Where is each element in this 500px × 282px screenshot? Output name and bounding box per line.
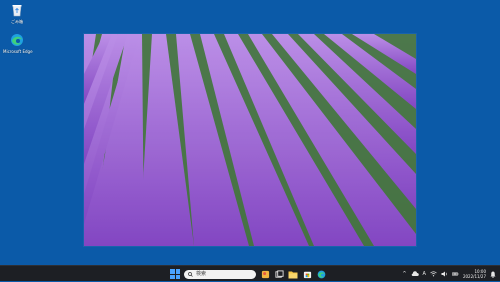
start-icon <box>170 269 175 274</box>
store-button[interactable] <box>302 269 312 279</box>
search-box[interactable]: 検索 <box>184 269 256 279</box>
battery-icon[interactable] <box>452 271 459 277</box>
clock-date: 2022/11/27 <box>462 274 486 279</box>
desktop-icon-recycle-bin[interactable]: ごみ箱 <box>3 3 31 24</box>
widgets-icon <box>261 270 269 278</box>
taskbar-center: 検索 <box>170 266 326 282</box>
task-view-icon <box>274 269 284 278</box>
cloud-icon[interactable] <box>411 271 419 277</box>
desktop: ごみ箱 Microsoft Edge <box>0 0 500 265</box>
task-view-button[interactable] <box>274 269 284 279</box>
start-button[interactable] <box>170 269 180 279</box>
file-explorer-button[interactable] <box>288 269 298 279</box>
desktop-icon-label: ごみ箱 <box>11 19 23 24</box>
ime-indicator[interactable]: A <box>423 266 426 282</box>
recycle-bin-icon <box>10 3 24 17</box>
volume-icon[interactable] <box>441 271 448 277</box>
edge-taskbar-button[interactable] <box>316 269 326 279</box>
store-icon <box>303 271 311 278</box>
widgets-button[interactable] <box>260 269 270 279</box>
search-icon <box>188 271 193 277</box>
clock[interactable]: 10:00 2022/11/27 <box>463 269 486 279</box>
wallpaper-image <box>84 34 416 246</box>
search-label: 検索 <box>196 270 207 277</box>
edge-icon <box>10 33 24 47</box>
desktop-icon-label: Microsoft Edge <box>3 49 33 54</box>
wifi-icon[interactable] <box>430 271 437 277</box>
edge-icon <box>317 270 325 278</box>
desktop-icon-edge[interactable]: Microsoft Edge <box>3 33 33 54</box>
notification-bell-icon[interactable] <box>490 271 496 278</box>
taskbar: 検索 ^ A 10:00 2022/11/27 <box>0 265 500 281</box>
file-explorer-icon <box>288 271 298 278</box>
system-tray: ^ A 10:00 2022/11/27 <box>402 266 496 282</box>
tray-overflow-button[interactable]: ^ <box>402 266 406 282</box>
